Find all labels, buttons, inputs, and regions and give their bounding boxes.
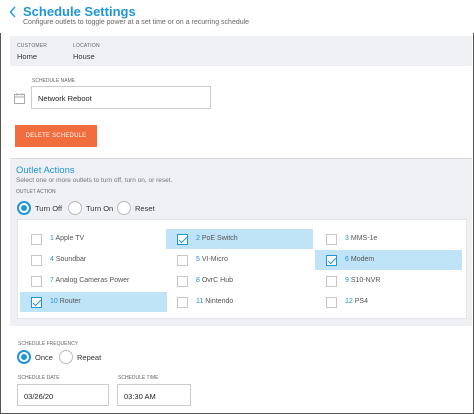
outlet-checkbox[interactable] [326,276,337,287]
outlet-number: 11 [196,298,204,305]
outlet-actions-panel: Outlet Actions Select one or more outlet… [10,158,472,326]
outlet-name: VI-Micro [201,256,228,263]
outlet-actions-subtitle: Select one or more outlets to turn off, … [16,177,173,184]
outlet-checkbox[interactable] [31,276,42,287]
outlet-label: 12 PS4 [345,298,368,305]
outlet-item[interactable]: 3 MMS-1e [315,229,462,249]
radio-turn-on-label: Turn On [86,204,114,213]
outlet-name: Modem [350,256,375,263]
outlet-checkbox[interactable] [177,297,188,308]
radio-once-label: Once [35,353,53,362]
page-subtitle: Configure outlets to toggle power at a s… [23,19,250,26]
outlet-number: 5 [196,256,200,263]
radio-reset-label: Reset [135,204,155,213]
outlet-item[interactable]: 5 VI-Micro [166,250,313,270]
outlet-number: 8 [196,277,200,284]
outlet-item[interactable]: 4 Soundbar [20,250,167,270]
radio-once[interactable] [17,350,31,364]
outlet-checkbox[interactable] [31,255,42,266]
schedule-frequency-label: SCHEDULE FREQUENCY [18,341,79,347]
outlet-name: Analog Cameras Power [55,277,130,284]
delete-schedule-button[interactable]: DELETE SCHEDULE [15,125,97,147]
schedule-date-input[interactable]: 03/26/20 [17,384,109,406]
calendar-icon [14,91,25,104]
outlet-name: Nintendo [205,298,234,305]
outlet-label: 6 Modem [345,256,374,263]
outlet-label: 11 Nintendo [196,298,233,305]
outlet-number: 6 [345,256,349,263]
outlet-checkbox[interactable] [326,234,337,245]
page-title: Schedule Settings [23,4,136,19]
outlet-checkbox[interactable] [177,255,188,266]
page-header: Schedule Settings Configure outlets to t… [0,0,474,33]
outlet-name: Soundbar [55,256,87,263]
back-chevron-icon[interactable] [9,6,19,20]
outlet-item[interactable]: 1 Apple TV [20,229,167,249]
outlet-item[interactable]: 7 Analog Cameras Power [20,271,167,291]
customer-label: CUSTOMER [17,43,48,49]
outlet-number: 7 [50,277,54,284]
customer-location-bar: CUSTOMER Home LOCATION House [10,36,472,66]
outlet-name: PS4 [354,298,368,305]
outlet-name: Apple TV [55,235,85,242]
outlet-number: 10 [50,298,58,305]
outlet-checkbox[interactable] [31,234,42,245]
customer-value: Home [17,52,38,61]
radio-repeat[interactable] [59,350,73,364]
outlet-label: 2 PoE Switch [196,235,238,242]
radio-repeat-label: Repeat [77,353,102,362]
outlet-label: 10 Router [50,298,81,305]
outlet-number: 12 [345,298,353,305]
outlet-number: 3 [345,235,349,242]
outlet-item[interactable]: 2 PoE Switch [166,229,313,249]
outlet-item[interactable]: 12 PS4 [315,292,462,312]
location-value: House [73,52,95,61]
outlet-name: S10-NVR [350,277,381,284]
outlet-label: 4 Soundbar [50,256,86,263]
outlet-grid: 1 Apple TV 2 PoE Switch 3 MMS-1e 4 Soundbar… [17,219,467,319]
radio-turn-off[interactable] [17,201,31,215]
radio-turn-on[interactable] [68,201,82,215]
schedule-name-input[interactable]: Network Reboot [31,86,211,109]
schedule-time-label: SCHEDULE TIME [118,375,159,381]
outlet-checkbox[interactable] [177,276,188,287]
outlet-action-label: OUTLET ACTION [16,189,56,195]
outlet-label: 3 MMS-1e [345,235,377,242]
outlet-number: 9 [345,277,349,284]
outlet-number: 4 [50,256,54,263]
outlet-label: 1 Apple TV [50,235,84,242]
outlet-checkbox[interactable] [326,255,337,266]
outlet-label: 5 VI-Micro [196,256,228,263]
outlet-item[interactable]: 10 Router [20,292,167,312]
location-label: LOCATION [73,43,100,49]
outlet-number: 1 [50,235,54,242]
outlet-number: 2 [196,235,200,242]
outlet-checkbox[interactable] [326,297,337,308]
radio-turn-off-label: Turn Off [35,204,63,213]
outlet-actions-title: Outlet Actions [16,165,75,176]
outlet-name: OvrC Hub [201,277,233,284]
outlet-checkbox[interactable] [177,234,188,245]
schedule-time-input[interactable]: 03:30 AM [117,384,191,406]
outlet-item[interactable]: 9 S10-NVR [315,271,462,291]
schedule-date-label: SCHEDULE DATE [18,375,60,381]
outlet-name: PoE Switch [201,235,238,242]
outlet-item[interactable]: 6 Modem [315,250,462,270]
outlet-name: MMS-1e [350,235,378,242]
outlet-label: 9 S10-NVR [345,277,380,284]
radio-reset[interactable] [117,201,131,215]
outlet-item[interactable]: 8 OvrC Hub [166,271,313,291]
outlet-label: 7 Analog Cameras Power [50,277,129,284]
outlet-checkbox[interactable] [31,297,42,308]
outlet-item[interactable]: 11 Nintendo [166,292,313,312]
outlet-name: Router [59,298,81,305]
outlet-label: 8 OvrC Hub [196,277,233,284]
schedule-name-label: SCHEDULE NAME [32,78,76,84]
